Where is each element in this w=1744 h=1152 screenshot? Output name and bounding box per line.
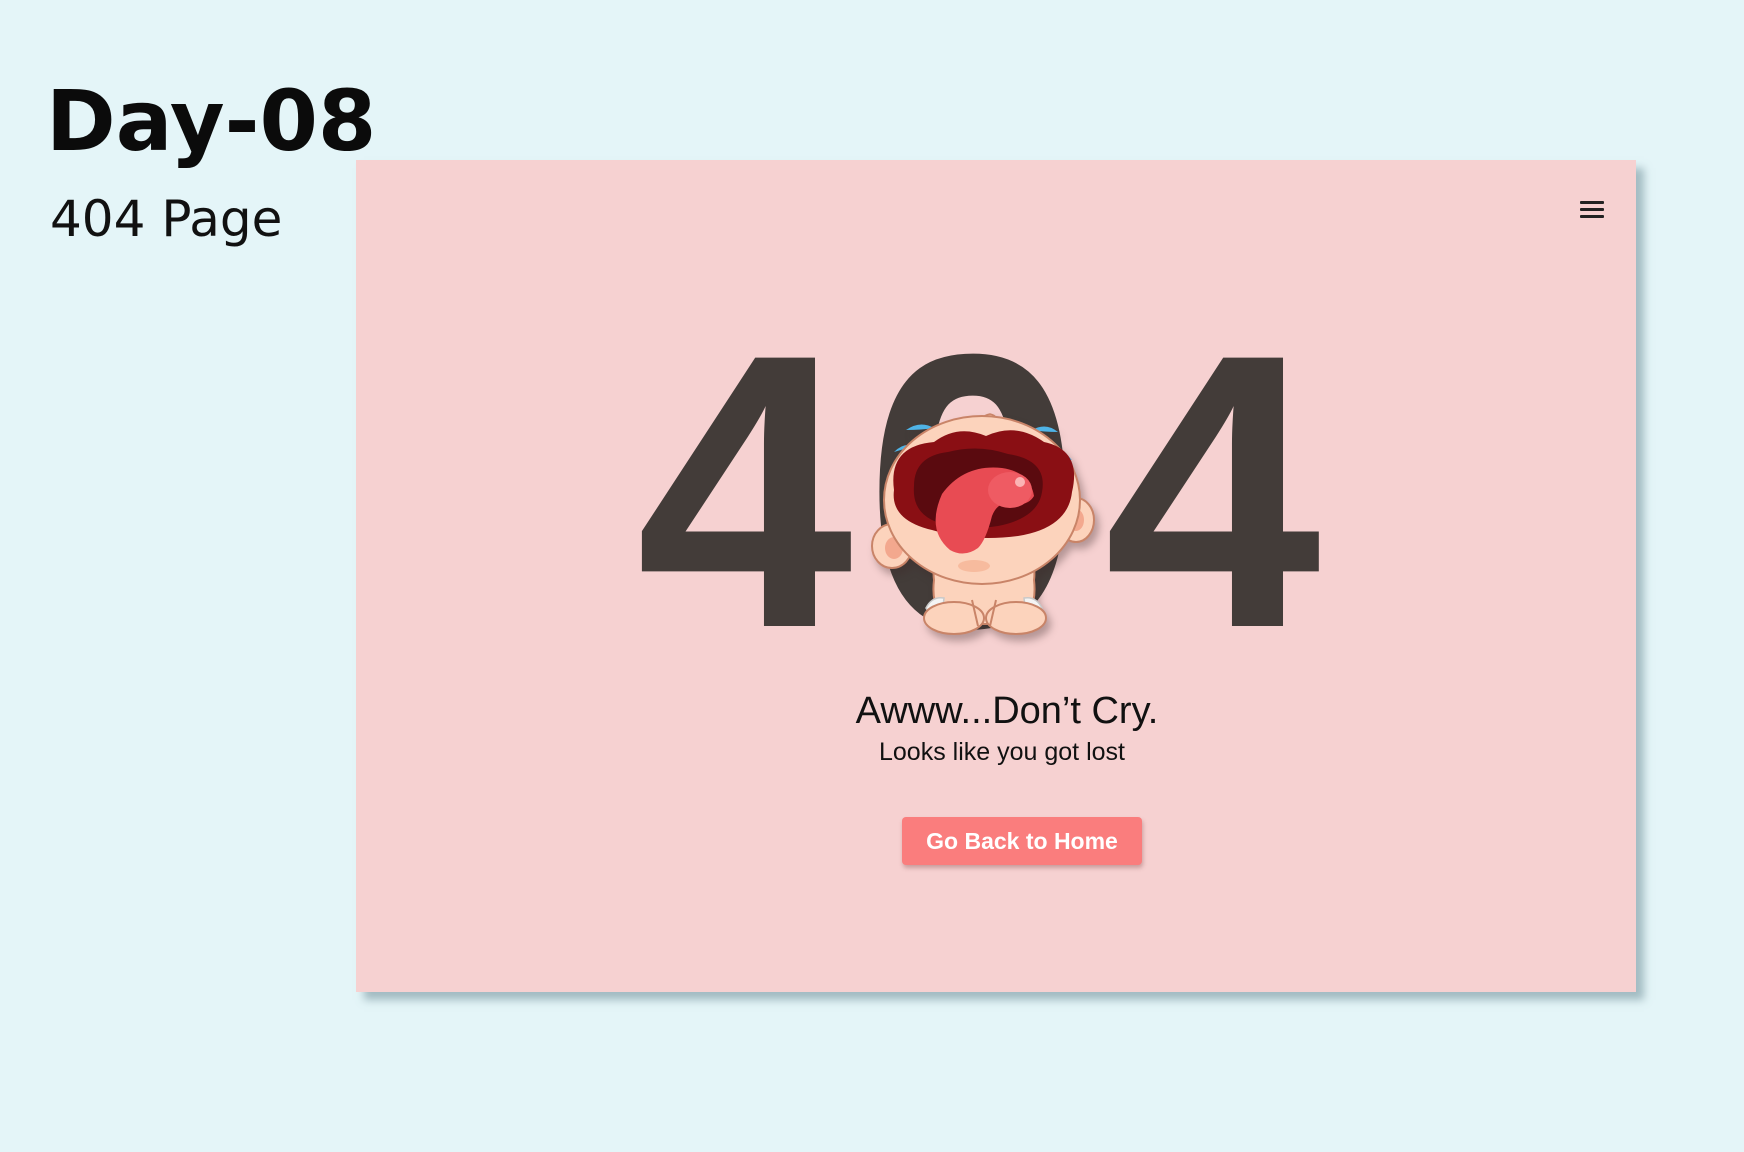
page-heading: Day-08	[46, 72, 377, 170]
digit-four-right: 4	[1104, 273, 1321, 709]
crying-baby-icon	[871, 413, 1095, 635]
digit-four-left: 4	[636, 273, 853, 709]
error-subtitle: Looks like you got lost	[879, 738, 1125, 766]
go-back-home-button[interactable]: Go Back to Home	[902, 817, 1142, 865]
error-card: 4 0 4	[356, 160, 1636, 992]
error-title: Awww...Don’t Cry.	[855, 690, 1159, 732]
error-hero: 4 0 4	[636, 296, 1346, 686]
page-subheading: 404 Page	[50, 190, 283, 248]
hamburger-menu-icon[interactable]	[1579, 196, 1605, 222]
